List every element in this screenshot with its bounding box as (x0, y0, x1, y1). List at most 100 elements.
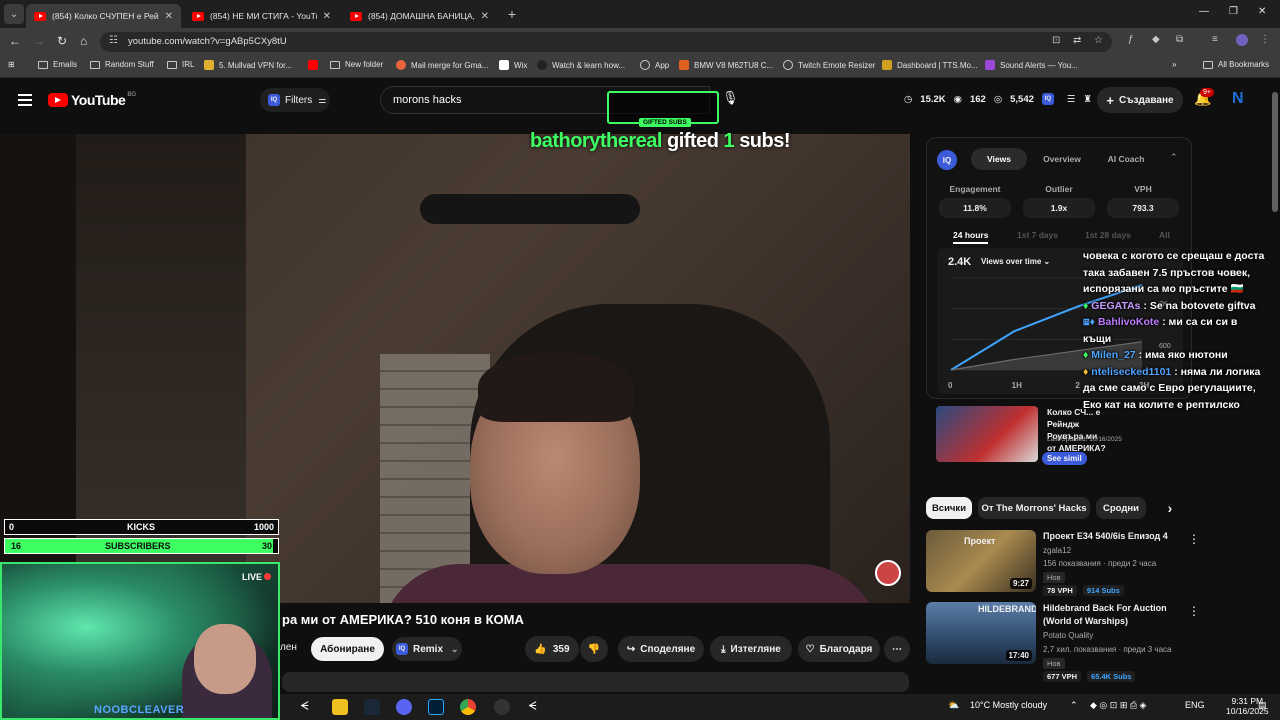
bookmark-mullvad[interactable]: 5. Mullvad VPN for... (204, 60, 292, 70)
kick-app-icon[interactable]: ᗕ (528, 699, 544, 715)
hamburger-menu-icon[interactable] (18, 94, 32, 109)
filters-button[interactable]: IQ Filters ⚌ (260, 88, 330, 112)
extensions-puzzle-icon[interactable]: ⧉ (1176, 34, 1183, 45)
bookmark-star-icon[interactable]: ☆ (1094, 35, 1103, 46)
tray-apps-icon[interactable]: ◆ ◎ ⊡ ⊞ ⎙ ◈ (1090, 700, 1146, 711)
bookmark-twitch-emote[interactable]: Twitch Emote Resizer (783, 60, 875, 70)
account-avatar[interactable]: N (1232, 90, 1244, 108)
browser-tab-3[interactable]: (854) ДОМАШНА БАНИЦА,НО ✕ (342, 4, 497, 28)
live-dot-icon (264, 573, 272, 580)
browser-tab-2[interactable]: (854) НЕ МИ СТИГА - YouTube ✕ (184, 4, 339, 28)
kick-app-icon[interactable]: ᗕ (300, 699, 316, 715)
forward-arrow-icon[interactable]: → (33, 34, 45, 48)
home-icon[interactable]: ⌂ (80, 34, 87, 48)
create-button[interactable]: + Създаване (1097, 87, 1183, 113)
chip-morrons-hacks[interactable]: От The Morrons' Hacks (978, 497, 1090, 519)
suggested-card-title: Колко СЧ... е Рейндж Роувъра ми от АМЕРИ… (1047, 407, 1106, 453)
tab-overview[interactable]: Overview (1031, 148, 1093, 170)
close-window-icon[interactable]: ✕ (1258, 6, 1266, 17)
range-28-days[interactable]: 1st 28 days (1085, 230, 1131, 240)
obs-icon[interactable] (494, 699, 510, 715)
bookmark-irl[interactable]: IRL (167, 60, 194, 69)
thanks-button[interactable]: ♡ Благодаря (798, 636, 880, 662)
bookmark-random-stuff[interactable]: Random Stuff (90, 60, 154, 69)
close-tab-icon[interactable]: ✕ (165, 11, 173, 22)
bookmark-tts[interactable]: Dashboard | TTS.Mo... (882, 60, 978, 70)
new-tab-plus-icon[interactable]: + (502, 4, 522, 24)
profile-avatar-icon[interactable] (1236, 34, 1248, 46)
discord-icon[interactable] (396, 699, 412, 715)
dislike-button[interactable]: 👎 (580, 636, 608, 662)
photoshop-icon[interactable] (428, 699, 444, 715)
remix-button[interactable]: IQ Remix ⌄ (392, 637, 462, 661)
close-tab-icon[interactable]: ✕ (323, 11, 331, 22)
list-icon[interactable]: ☰ (1067, 94, 1076, 105)
more-actions-icon[interactable]: ⋯ (884, 636, 910, 662)
thanks-heart-icon: ♡ (805, 643, 815, 655)
scrollbar-thumb[interactable] (1272, 92, 1278, 212)
chip-all[interactable]: Всички (926, 497, 972, 519)
bookmark-bmw[interactable]: BMW V8 M62TU8 C... (679, 60, 773, 70)
extension-shield-icon[interactable]: ◆ (1152, 34, 1160, 45)
download-button[interactable]: ⤓ Изтегляне (710, 636, 792, 662)
weather-icon[interactable]: ⛅ (948, 700, 959, 711)
file-explorer-icon[interactable] (332, 699, 348, 715)
bookmark-watch-learn[interactable]: Watch & learn how... (537, 60, 625, 70)
page-scrollbar[interactable] (1270, 80, 1280, 694)
weather-text[interactable]: 10°C Mostly cloudy (970, 700, 1047, 710)
notifications-icon[interactable]: ▤ (1258, 700, 1267, 711)
bookmarks-overflow-icon[interactable]: » (1172, 60, 1176, 69)
site-info-icon[interactable]: ☷ (109, 35, 118, 46)
range-7-days[interactable]: 1st 7 days (1017, 230, 1058, 240)
tab-views[interactable]: Views (971, 148, 1027, 170)
address-bar[interactable]: ☷ youtube.com/watch?v=gABp5CXy8tU ⊡ ⇄ ☆ (100, 32, 1112, 52)
bookmark-new-folder[interactable]: New folder (330, 60, 383, 69)
tray-overflow-icon[interactable]: ⌃ (1070, 700, 1078, 711)
range-all[interactable]: All (1159, 230, 1170, 240)
back-arrow-icon[interactable]: ← (9, 34, 21, 48)
subscribe-button[interactable]: Абониране (311, 637, 384, 661)
see-similar-button[interactable]: See simil (1042, 452, 1087, 465)
all-bookmarks[interactable]: All Bookmarks (1203, 60, 1269, 69)
collapse-chevron-icon[interactable]: ⌃ (1170, 152, 1178, 163)
chip-related[interactable]: Сродни (1096, 497, 1146, 519)
chips-next-icon[interactable]: › (1150, 497, 1190, 519)
video-meta: 2,7 хил. показвания · преди 3 часа (1043, 645, 1172, 654)
install-icon[interactable]: ⊡ (1052, 35, 1060, 46)
share-button[interactable]: ↪ Споделяне (618, 636, 704, 662)
language-indicator[interactable]: ENG (1185, 700, 1205, 710)
extension-ft-icon[interactable]: ƒ (1128, 34, 1134, 45)
description-box[interactable] (282, 672, 909, 692)
restore-icon[interactable]: ❐ (1229, 6, 1238, 17)
tab-ai-coach[interactable]: AI Coach (1095, 148, 1157, 170)
bookmark-mail-merge[interactable]: Mail merge for Gma... (396, 60, 488, 70)
translate-icon[interactable]: ⇄ (1073, 35, 1081, 46)
bookmark-emails[interactable]: Emails (38, 60, 77, 69)
bookmark-sound-alerts[interactable]: Sound Alerts — You... (985, 60, 1078, 70)
minimize-icon[interactable]: — (1199, 6, 1209, 17)
chrome-icon[interactable] (460, 699, 476, 715)
video-menu-icon[interactable]: ⋮ (1188, 604, 1200, 618)
suggested-video-1[interactable]: Проект 9:27 Проект Е34 540/6is Епизод 4 … (926, 530, 1200, 596)
reload-icon[interactable]: ↻ (57, 34, 67, 48)
reading-list-icon[interactable]: ≡ (1212, 34, 1218, 45)
bookmark-app[interactable]: App (640, 60, 669, 70)
close-tab-icon[interactable]: ✕ (481, 11, 489, 22)
tab-search-button[interactable]: ⌄ (4, 4, 24, 24)
channel-watermark-icon[interactable] (875, 560, 901, 586)
youtube-logo[interactable]: YouTube BG (48, 92, 136, 108)
like-button[interactable]: 👍 359 (525, 636, 579, 662)
trophy-icon[interactable]: ♜ (1083, 94, 1092, 105)
range-24-hours[interactable]: 24 hours (953, 230, 989, 244)
browser-tab-1[interactable]: (854) Колко СЧУПЕН е Рейндж ✕ (26, 4, 181, 28)
bookmark-wix[interactable]: Wix (499, 60, 527, 70)
bookmark-label: Random Stuff (105, 60, 154, 69)
apps-grid-icon[interactable]: ⊞ (8, 60, 15, 69)
microphone-icon[interactable]: 🎙 (722, 90, 739, 106)
suggested-video-2[interactable]: HILDEBRAND 17:40 Hildebrand Back For Auc… (926, 602, 1200, 682)
steam-icon[interactable] (364, 699, 380, 715)
video-menu-icon[interactable]: ⋮ (1188, 532, 1200, 546)
bookmark-youtube[interactable] (308, 60, 323, 70)
iq-stats-icon[interactable]: IQ (1041, 93, 1054, 105)
menu-kebab-icon[interactable]: ⋮ (1260, 34, 1270, 45)
